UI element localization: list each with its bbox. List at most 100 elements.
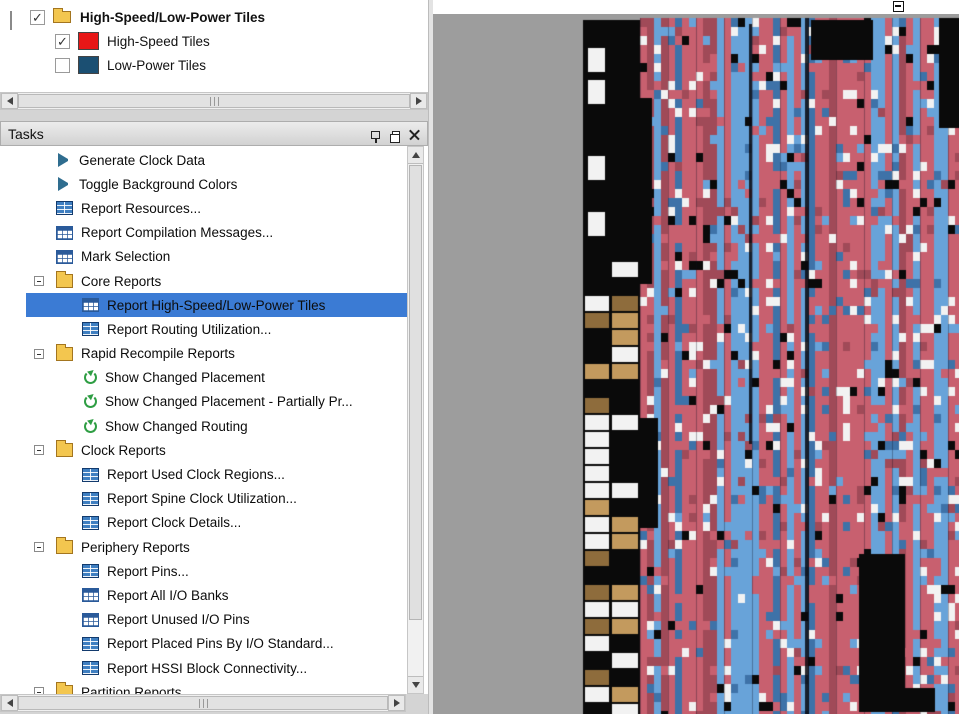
chip-floorplan[interactable] <box>433 14 959 714</box>
refresh-icon <box>84 420 97 433</box>
report-table-icon <box>56 250 73 264</box>
scrollbar-thumb[interactable] <box>409 165 422 620</box>
task-item-label: Report Routing Utilization... <box>107 322 271 337</box>
scroll-up-button[interactable] <box>408 147 423 164</box>
legend-title-checkbox[interactable] <box>30 10 45 25</box>
task-item[interactable]: Report HSSI Block Connectivity... <box>26 656 407 680</box>
task-item[interactable]: Report Compilation Messages... <box>26 221 407 245</box>
task-item[interactable]: Mark Selection <box>26 245 407 269</box>
task-item[interactable]: Report Clock Details... <box>26 511 407 535</box>
task-tree: Generate Clock Data Toggle Background Col… <box>0 146 428 694</box>
legend-title-row[interactable]: High-Speed/Low-Power Tiles <box>30 5 265 29</box>
task-item[interactable]: Report High-Speed/Low-Power Tiles <box>26 293 407 317</box>
task-item-label: Clock Reports <box>81 443 166 458</box>
task-item-label: Mark Selection <box>81 249 170 264</box>
scroll-left-button[interactable] <box>1 93 18 109</box>
task-item[interactable]: Report Pins... <box>26 559 407 583</box>
report-table-icon <box>82 588 99 602</box>
task-tree-vscrollbar[interactable] <box>407 146 424 694</box>
task-item[interactable]: Core Reports <box>26 269 407 293</box>
expand-toggle-icon[interactable] <box>34 276 44 286</box>
legend-expand-toggle-icon[interactable] <box>10 11 12 30</box>
float-button[interactable] <box>387 127 404 142</box>
task-item[interactable]: Report Resources... <box>26 196 407 220</box>
task-item[interactable]: Clock Reports <box>26 438 407 462</box>
report-table-icon <box>82 613 99 627</box>
scroll-left-button[interactable] <box>1 695 18 711</box>
task-item[interactable]: Report All I/O Banks <box>26 583 407 607</box>
refresh-icon <box>84 395 97 408</box>
scrollbar-thumb[interactable] <box>18 696 388 710</box>
close-button[interactable] <box>406 127 423 142</box>
task-item[interactable]: Periphery Reports <box>26 535 407 559</box>
report-table-icon <box>82 298 99 312</box>
task-tree-hscrollbar[interactable] <box>0 694 406 712</box>
task-item[interactable]: Toggle Background Colors <box>26 172 407 196</box>
task-item[interactable]: Rapid Recompile Reports <box>26 342 407 366</box>
task-item[interactable]: Report Unused I/O Pins <box>26 608 407 632</box>
folder-icon <box>56 443 73 457</box>
task-item-label: Core Reports <box>81 274 161 289</box>
run-task-icon <box>58 153 68 167</box>
scroll-down-button[interactable] <box>408 676 423 693</box>
task-item-label: Report HSSI Block Connectivity... <box>107 661 307 676</box>
report-table-icon <box>56 201 73 215</box>
chip-planner-pane <box>433 0 959 714</box>
task-item[interactable]: Show Changed Routing <box>26 414 407 438</box>
task-item[interactable]: Show Changed Placement - Partially Pr... <box>26 390 407 414</box>
task-item[interactable]: Partition Reports <box>26 680 407 694</box>
report-table-icon <box>82 661 99 675</box>
legend-title: High-Speed/Low-Power Tiles <box>80 10 265 25</box>
expand-toggle-icon[interactable] <box>34 542 44 552</box>
task-item[interactable]: Report Used Clock Regions... <box>26 462 407 486</box>
task-item-label: Periphery Reports <box>81 540 190 555</box>
task-item-label: Report Spine Clock Utilization... <box>107 491 297 506</box>
report-table-icon <box>56 226 73 240</box>
scrollbar-thumb[interactable] <box>18 94 410 108</box>
expand-toggle-icon[interactable] <box>34 349 44 359</box>
expand-toggle-icon[interactable] <box>34 687 44 694</box>
task-item-label: Rapid Recompile Reports <box>81 346 235 361</box>
task-item[interactable]: Report Routing Utilization... <box>26 317 407 341</box>
legend-pane: High-Speed/Low-Power Tiles High-Speed Ti… <box>0 0 428 92</box>
report-table-icon <box>82 516 99 530</box>
tasks-panel-header: Tasks <box>0 121 428 146</box>
legend-item-low-power[interactable]: Low-Power Tiles <box>55 53 206 77</box>
folder-icon <box>56 685 73 694</box>
task-item-label: Report High-Speed/Low-Power Tiles <box>107 298 325 313</box>
task-item-label: Report Placed Pins By I/O Standard... <box>107 636 334 651</box>
refresh-icon <box>84 371 97 384</box>
tasks-panel-title: Tasks <box>8 126 44 142</box>
task-item[interactable]: Report Spine Clock Utilization... <box>26 487 407 511</box>
report-table-icon <box>82 492 99 506</box>
report-table-icon <box>82 637 99 651</box>
report-table-icon <box>82 322 99 336</box>
legend-hscrollbar[interactable] <box>0 92 428 110</box>
task-item[interactable]: Generate Clock Data <box>26 148 407 172</box>
legend-item-label: Low-Power Tiles <box>107 58 206 73</box>
close-icon <box>409 129 420 140</box>
task-item[interactable]: Report Placed Pins By I/O Standard... <box>26 632 407 656</box>
task-item-label: Report Clock Details... <box>107 515 241 530</box>
low-power-color-swatch <box>78 56 99 74</box>
task-item-label: Toggle Background Colors <box>79 177 237 192</box>
low-power-checkbox[interactable] <box>55 58 70 73</box>
chip-toolbar-strip <box>433 0 959 14</box>
task-item-label: Show Changed Placement <box>105 370 265 385</box>
task-item-label: Report Compilation Messages... <box>81 225 273 240</box>
scroll-right-button[interactable] <box>410 93 427 109</box>
scroll-right-button[interactable] <box>388 695 405 711</box>
folder-icon <box>56 274 73 288</box>
task-item-label: Partition Reports <box>81 685 182 694</box>
task-item-label: Report Resources... <box>81 201 201 216</box>
expand-toggle-icon[interactable] <box>34 445 44 455</box>
legend-item-high-speed[interactable]: High-Speed Tiles <box>55 29 210 53</box>
task-item-label: Report Unused I/O Pins <box>107 612 250 627</box>
pin-button[interactable] <box>367 127 384 142</box>
high-speed-checkbox[interactable] <box>55 34 70 49</box>
task-item-label: Report All I/O Banks <box>107 588 229 603</box>
high-speed-color-swatch <box>78 32 99 50</box>
toolbar-icon[interactable] <box>893 1 904 12</box>
task-item[interactable]: Show Changed Placement <box>26 366 407 390</box>
run-task-icon <box>58 177 68 191</box>
